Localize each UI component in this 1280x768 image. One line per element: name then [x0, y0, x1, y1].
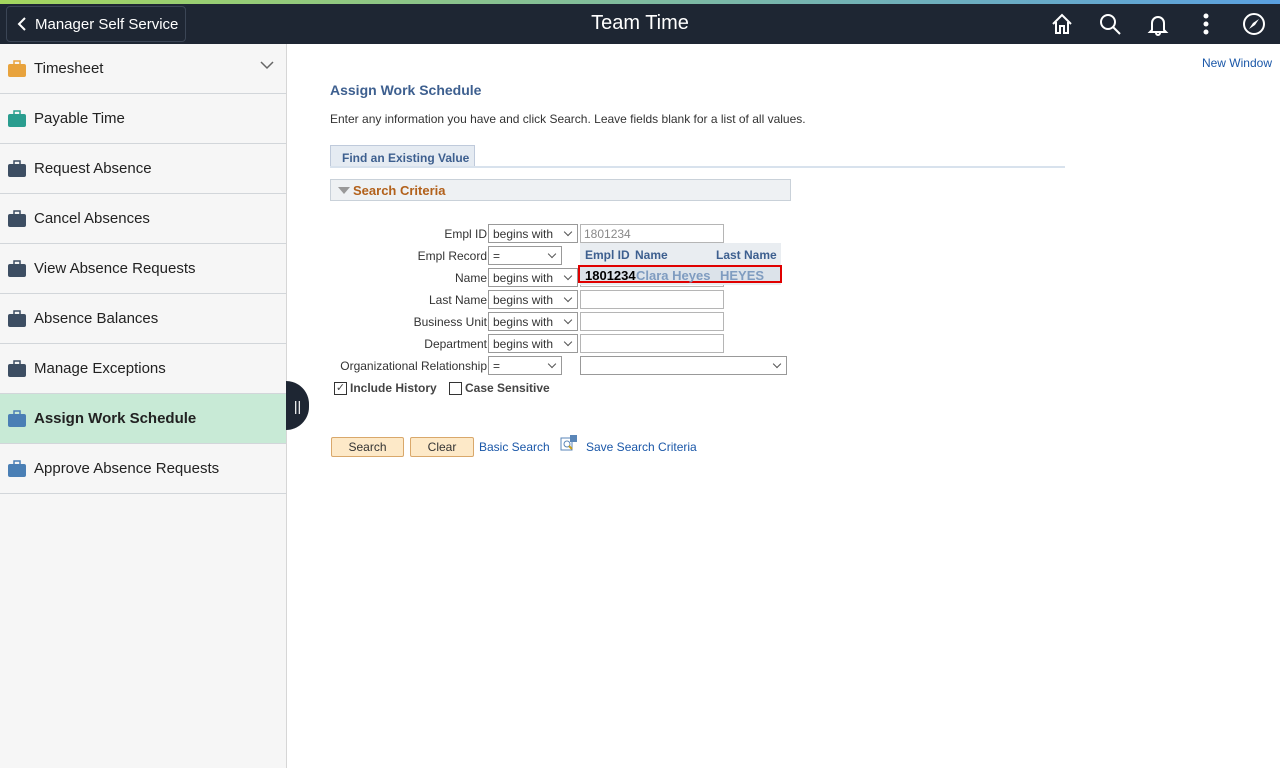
option-lastname: HEYES — [720, 268, 765, 283]
autocomplete-header-lastname: Last Name — [716, 248, 777, 262]
tab-divider — [330, 166, 1065, 168]
include-history-checkbox[interactable]: ✓ Include History — [334, 381, 437, 395]
department-operator-select[interactable]: begins with — [488, 334, 578, 353]
main-content: New Window Assign Work Schedule Enter an… — [287, 44, 1280, 768]
autocomplete-header-emplid: Empl ID — [585, 248, 630, 262]
home-icon[interactable] — [1046, 10, 1078, 38]
empl-record-operator-select[interactable]: = — [488, 246, 562, 265]
department-label: Department — [424, 337, 487, 351]
last-name-operator-select[interactable]: begins with — [488, 290, 578, 309]
save-search-criteria-link[interactable]: Save Search Criteria — [586, 440, 697, 454]
sidebar-item-label: Assign Work Schedule — [34, 410, 197, 427]
top-bar: Manager Self Service Team Time — [0, 4, 1280, 44]
clock-alert-icon — [7, 359, 27, 379]
search-icon[interactable] — [1094, 10, 1126, 38]
sidebar-item-payable-time[interactable]: Payable Time — [0, 94, 286, 144]
sidebar-item-view-absence-requests[interactable]: View Absence Requests — [0, 244, 286, 294]
sidebar-item-absence-balances[interactable]: Absence Balances — [0, 294, 286, 344]
autocomplete-dropdown: Empl ID Name Last Name 1801234 Clara Hey… — [578, 243, 782, 285]
instructions: Enter any information you have and click… — [330, 112, 806, 126]
checkbox-unchecked-icon — [449, 381, 462, 395]
sidebar: Timesheet Payable Time Request Absence Canc… — [0, 44, 287, 768]
sidebar-item-label: Request Absence — [34, 160, 152, 177]
schedule-icon — [7, 459, 27, 479]
sidebar-item-label: Cancel Absences — [34, 210, 150, 227]
sidebar-item-label: Payable Time — [34, 110, 125, 127]
empl-id-operator-select[interactable]: begins with — [488, 224, 578, 243]
autocomplete-option[interactable]: 1801234 Clara Heyes HEYES — [578, 265, 782, 283]
include-history-label: Include History — [350, 381, 437, 395]
organizational-relationship-value-select[interactable] — [580, 356, 787, 375]
clear-button[interactable]: Clear — [410, 437, 474, 457]
page-heading: Assign Work Schedule — [330, 82, 482, 98]
sidebar-item-label: Manage Exceptions — [34, 360, 166, 377]
more-vertical-icon[interactable] — [1190, 10, 1222, 38]
sidebar-item-label: Timesheet — [34, 60, 104, 77]
name-label: Name — [454, 271, 487, 285]
sidebar-item-assign-work-schedule[interactable]: Assign Work Schedule — [0, 394, 286, 444]
empl-id-label: Empl ID — [444, 227, 487, 241]
schedule-icon — [7, 409, 27, 429]
case-sensitive-checkbox[interactable]: Case Sensitive — [449, 381, 550, 395]
search-button[interactable]: Search — [331, 437, 404, 457]
save-search-icon[interactable] — [560, 434, 578, 452]
basic-search-link[interactable]: Basic Search — [479, 440, 550, 454]
sidebar-item-manage-exceptions[interactable]: Manage Exceptions — [0, 344, 286, 394]
business-unit-operator-select[interactable]: begins with — [488, 312, 578, 331]
sidebar-item-cancel-absences[interactable]: Cancel Absences — [0, 194, 286, 244]
option-emplid: 1801234 — [585, 268, 636, 283]
compass-icon[interactable] — [1238, 10, 1270, 38]
sidebar-item-label: Approve Absence Requests — [34, 460, 220, 477]
sidebar-item-label: View Absence Requests — [34, 260, 196, 277]
briefcase-balance-icon — [7, 309, 27, 329]
clock-money-icon — [7, 109, 27, 129]
organizational-relationship-label: Organizational Relationship — [340, 359, 487, 373]
bell-icon[interactable] — [1142, 10, 1174, 38]
last-name-label: Last Name — [428, 293, 487, 307]
briefcase-cancel-icon — [7, 209, 27, 229]
case-sensitive-label: Case Sensitive — [465, 381, 550, 395]
search-criteria-header[interactable]: Search Criteria — [330, 179, 791, 201]
last-name-input[interactable] — [580, 290, 724, 309]
new-window-link[interactable]: New Window — [1202, 56, 1272, 70]
sidebar-item-timesheet[interactable]: Timesheet — [0, 44, 286, 94]
department-input[interactable] — [580, 334, 724, 353]
checkbox-checked-icon: ✓ — [334, 381, 347, 395]
business-unit-label: Business Unit — [413, 315, 487, 329]
tab-find-existing-value[interactable]: Find an Existing Value — [330, 145, 475, 167]
empl-record-label: Empl Record — [417, 249, 487, 263]
briefcase-icon — [7, 159, 27, 179]
sidebar-item-approve-absence-requests[interactable]: Approve Absence Requests — [0, 444, 286, 494]
autocomplete-header-name: Name — [635, 248, 668, 262]
briefcase-calendar-icon — [7, 259, 27, 279]
sidebar-item-label: Absence Balances — [34, 310, 159, 327]
chevron-down-icon[interactable] — [260, 60, 274, 70]
sidebar-item-request-absence[interactable]: Request Absence — [0, 144, 286, 194]
name-operator-select[interactable]: begins with — [488, 268, 578, 287]
option-name: Clara Heyes — [636, 268, 711, 283]
empl-id-input[interactable]: 1801234 — [580, 224, 724, 243]
person-clock-icon — [7, 59, 27, 79]
organizational-relationship-operator-select[interactable]: = — [488, 356, 562, 375]
business-unit-input[interactable] — [580, 312, 724, 331]
